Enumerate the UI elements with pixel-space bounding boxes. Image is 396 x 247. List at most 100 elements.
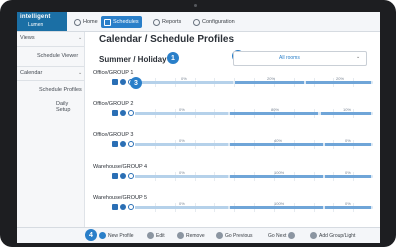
edit-icon [147,232,154,239]
new-profile-label: New Profile [108,232,134,239]
add-group-light-label: Add Group/Light [319,232,356,239]
go-next-label: Go Next [268,232,287,239]
nav-home-label: Home [83,19,98,25]
level-label: 100% [274,201,285,206]
nav-schedules-label: Schedules [113,19,139,25]
sidebar-item-label: Daily Setup [56,101,71,113]
edit-label: Edit [156,232,165,239]
level-label: 20% [267,76,276,81]
nav-schedules[interactable]: Schedules [101,16,142,28]
chevron-down-icon: ⌄ [78,70,83,76]
remove-label: Remove [186,232,205,239]
settings-icon[interactable] [120,110,126,116]
logo-line-2: Lumen [28,22,44,28]
schedule-segment[interactable] [321,112,371,115]
calendar-icon [104,18,111,26]
group-tools [112,141,134,147]
chevron-down-icon: ⌄ [78,35,83,41]
nav-home[interactable]: Home [74,16,98,28]
sidebar-item-daily-setup[interactable]: Daily Setup [56,101,84,113]
level-label: 0% [345,201,351,206]
go-previous-button[interactable]: Go Previous [216,232,253,239]
add-icon [99,232,106,239]
trash-icon[interactable] [112,141,118,147]
schedule-segment[interactable] [325,206,371,209]
nav-configuration-label: Configuration [202,19,235,25]
schedule-segment[interactable] [235,81,304,84]
nav-configuration[interactable]: Configuration [193,16,235,28]
level-label: 10% [343,107,352,112]
group-name: Warehouse/GROUP 4 [93,164,148,170]
arrow-left-icon [216,232,223,239]
schedule-segment[interactable] [230,206,323,209]
schedule-segment[interactable] [230,143,323,146]
schedule-segment[interactable] [325,143,371,146]
schedule-segment[interactable] [230,112,318,115]
schedule-segment[interactable] [135,206,228,209]
schedule-group-row: Office/GROUP 3 0% 40% 0% [93,132,377,158]
sidebar: Views ⌄ Schedule Viewer Calendar ⌄ Sched… [17,32,85,243]
room-select[interactable]: All rooms ⌄ [233,51,367,66]
level-label: 20% [336,76,345,81]
schedule-segment[interactable] [135,175,228,178]
sidebar-section-views[interactable]: Views ⌄ [20,35,84,41]
sidebar-item-schedule-profiles[interactable]: Schedule Profiles [39,87,82,93]
schedule-track[interactable]: 0% 80% 10% [135,107,373,115]
group-name: Office/GROUP 1 [93,70,134,76]
schedule-group-row: Office/GROUP 2 0% 80% 10% [93,101,377,127]
trash-icon[interactable] [112,173,118,179]
trash-icon[interactable] [112,110,118,116]
add-group-light-button[interactable]: Add Group/Light [310,232,355,239]
add-light-icon [310,232,317,239]
remove-button[interactable]: Remove [177,232,205,239]
clock-icon[interactable] [128,110,134,116]
go-previous-label: Go Previous [225,232,253,239]
chevron-down-icon: ⌄ [356,54,361,60]
level-label: 40% [274,138,283,143]
go-next-button[interactable]: Go Next [268,232,296,239]
clock-icon[interactable] [128,173,134,179]
settings-icon[interactable] [120,79,126,85]
nav-reports-label: Reports [162,19,182,25]
edit-button[interactable]: Edit [147,232,165,239]
schedule-segment[interactable] [135,112,228,115]
settings-icon[interactable] [120,204,126,210]
schedule-segment[interactable] [135,81,233,84]
callout-badge-3: 3 [130,77,142,89]
group-tools [112,173,134,179]
trash-icon[interactable] [112,204,118,210]
schedule-track[interactable]: 0% 20% 20% [135,76,373,84]
top-navigation-bar: intelligent Lumen Home Schedules Reports… [17,12,380,32]
level-label: 0% [179,201,185,206]
schedule-segment[interactable] [306,81,371,84]
level-label: 80% [271,107,280,112]
level-label: 0% [181,76,187,81]
camera-dot [194,4,197,7]
bottom-toolbar: 4 New Profile Edit Remove Go Previous Go… [17,227,380,243]
schedule-segment[interactable] [230,175,323,178]
callout-badge-4: 4 [85,229,97,241]
schedule-track[interactable]: 0% 40% 0% [135,138,373,146]
group-name: Office/GROUP 3 [93,132,134,138]
sidebar-item-schedule-viewer[interactable]: Schedule Viewer [37,53,78,59]
settings-icon[interactable] [120,173,126,179]
trash-icon[interactable] [112,79,118,85]
settings-icon[interactable] [120,141,126,147]
group-name: Warehouse/GROUP 5 [93,195,148,201]
schedule-segment[interactable] [325,175,371,178]
schedule-track[interactable]: 0% 100% 0% [135,201,373,209]
level-label: 0% [345,170,351,175]
schedule-track[interactable]: 0% 100% 0% [135,170,373,178]
reports-icon [153,18,160,26]
nav-reports[interactable]: Reports [153,16,181,28]
new-profile-button[interactable]: New Profile [99,232,134,239]
group-tools [112,110,134,116]
clock-icon[interactable] [128,141,134,147]
sidebar-calendar-label: Calendar [20,70,43,76]
sidebar-views-label: Views [20,35,35,41]
app-screen: intelligent Lumen Home Schedules Reports… [17,12,380,243]
schedule-segment[interactable] [135,143,228,146]
clock-icon[interactable] [128,204,134,210]
sidebar-section-calendar[interactable]: Calendar ⌄ [20,70,84,76]
group-tools [112,204,134,210]
